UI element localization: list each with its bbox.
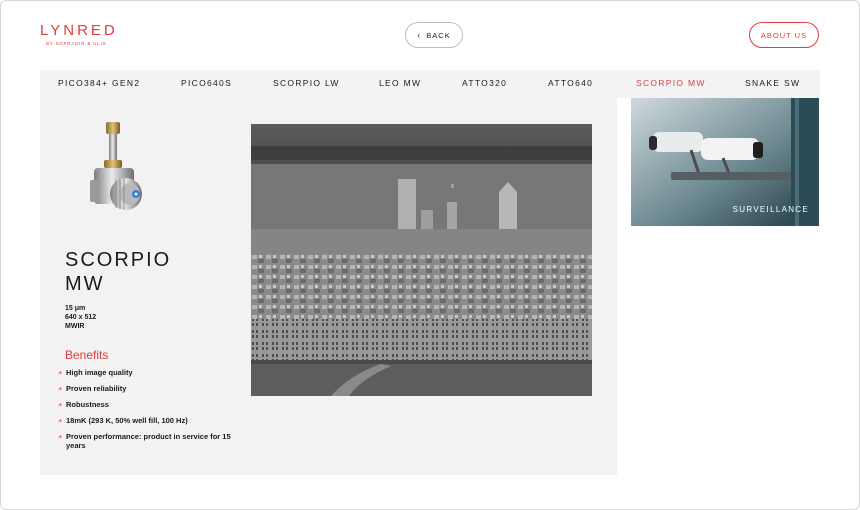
benefit-item: + Proven performance: product in service …: [58, 432, 231, 450]
nav-item-atto320[interactable]: ATTO320: [462, 78, 507, 88]
plus-icon: +: [58, 432, 63, 441]
nav-item-atto640[interactable]: ATTO640: [548, 78, 593, 88]
spec-resolution: 640 x 512: [65, 314, 97, 321]
surveillance-label: SURVEILLANCE: [732, 205, 809, 214]
logo-tagline: BY SOFRADIR & ULIS: [46, 41, 107, 46]
lynred-logo[interactable]: LYNRED BY SOFRADIR & ULIS: [40, 22, 118, 46]
benefit-item: +18mK (293 K, 50% well fill, 100 Hz): [58, 416, 188, 425]
back-label: BACK: [426, 30, 451, 40]
product-nav: PICO384+ GEN2 PICO640S SCORPIO LW LEO MW…: [40, 70, 820, 98]
benefits-heading: Benefits: [65, 348, 109, 362]
nav-item-scorpio-lw[interactable]: SCORPIO LW: [273, 78, 340, 88]
about-us-button[interactable]: ABOUT US: [749, 22, 819, 48]
nav-item-snake-sw[interactable]: SNAKE SW: [745, 78, 800, 88]
nav-item-leo-mw[interactable]: LEO MW: [379, 78, 421, 88]
benefit-item: + Proven reliability: [58, 384, 127, 393]
nav-item-scorpio-mw[interactable]: SCORPIO MW: [636, 78, 706, 88]
product-photo: [90, 122, 142, 210]
about-label: ABOUT US: [760, 30, 808, 40]
benefit-item: + High image quality: [58, 368, 133, 377]
surveillance-card[interactable]: SURVEILLANCE: [631, 98, 819, 226]
nav-item-pico640s[interactable]: PICO640S: [181, 78, 232, 88]
plus-icon: +: [58, 400, 63, 409]
logo-text: LYNRED: [40, 22, 118, 39]
benefit-item: + Robustness: [58, 400, 109, 409]
chevron-left-icon: ‹: [417, 30, 422, 40]
benefits-list: + High image quality + Proven reliability …: [58, 368, 233, 457]
product-title-line1: SCORPIO: [65, 249, 172, 271]
product-specs: 15 μm 640 x 512 MWIR: [65, 304, 96, 331]
plus-icon: +: [58, 368, 63, 377]
product-title: SCORPIO MW: [65, 248, 225, 296]
spec-band: MWIR: [65, 323, 85, 330]
thermal-city-image: [251, 124, 592, 396]
back-button[interactable]: ‹ BACK: [405, 22, 463, 48]
nav-item-pico384-gen2[interactable]: PICO384+ GEN2: [58, 78, 140, 88]
spec-pitch: 15 μm: [65, 305, 86, 312]
plus-icon: +: [58, 384, 63, 393]
product-title-line2: MW: [65, 273, 105, 295]
plus-icon: +: [58, 416, 63, 425]
